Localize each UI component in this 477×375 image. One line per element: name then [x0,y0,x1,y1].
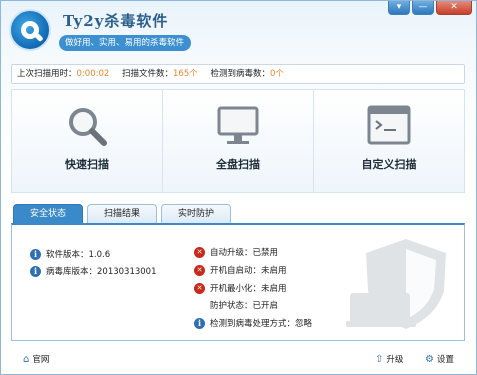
error-icon: ✕ [194,264,205,276]
shield-watermark-icon [346,239,446,329]
info-icon: i [30,248,41,260]
custom-scan-button[interactable]: 自定义扫描 [314,90,464,192]
virus-action-row: i 检测到病毒处理方式：忽略 [194,316,312,330]
homepage-label: 官网 [32,355,50,365]
full-scan-label: 全盘扫描 [216,158,260,171]
protection-status-text: 防护状态：已开启 [210,301,279,311]
home-icon: ⌂ [23,353,30,365]
software-version-row: i 软件版本：1.0.6 [30,247,110,261]
tab-security-status[interactable]: 安全状态 [13,204,83,224]
custom-scan-label: 自定义扫描 [361,158,417,171]
info-icon: i [30,265,41,277]
virus-db-version-text: 病毒库版本：20130313001 [46,267,157,277]
full-scan-button[interactable]: 全盘扫描 [163,90,314,192]
scan-time-value: 0:00:02 [76,69,110,79]
settings-link[interactable]: ⚙ 设置 [425,353,454,366]
software-version-text: 软件版本：1.0.6 [46,250,111,260]
files-scanned-label: 扫描文件数： [122,69,174,79]
start-minimized-text: 开机最小化：未启用 [210,284,287,294]
terminal-icon [367,105,411,145]
scan-info-bar: 上次扫描用时：0:00:02 扫描文件数：165个 检测到病毒数：0个 [11,64,465,84]
quick-scan-label: 快速扫描 [65,158,109,171]
error-icon: ✕ [194,282,205,294]
minimize-button[interactable]: — [412,1,434,15]
quick-scan-button[interactable]: 快速扫描 [12,90,163,192]
virus-count-value: 0个 [269,69,284,79]
settings-label: 设置 [436,355,454,365]
scan-time-label: 上次扫描用时： [17,69,77,79]
virus-action-text: 检测到病毒处理方式：忽略 [210,319,313,329]
footer-bar: ⌂ 官网 ⇧ 升级 ⚙ 设置 [1,344,476,374]
tab-scan-results[interactable]: 扫描结果 [87,204,157,224]
main-window: Ty2y杀毒软件 做好用、实用、易用的杀毒软件 ▾ — ✕ 上次扫描用时：0:0… [0,0,477,375]
error-icon: ✕ [194,246,205,258]
close-button[interactable]: ✕ [436,1,472,15]
app-slogan: 做好用、实用、易用的杀毒软件 [59,35,191,51]
upgrade-link[interactable]: ⇧ 升级 [375,353,404,366]
window-controls: ▾ — ✕ [388,1,472,15]
auto-update-row: ✕ 自动升级：已禁用 [194,245,278,259]
protection-status-row: 防护状态：已开启 [194,298,278,312]
startup-text: 开机自启动：未启用 [210,266,287,276]
start-minimized-row: ✕ 开机最小化：未启用 [194,281,287,295]
auto-update-text: 自动升级：已禁用 [210,248,279,258]
upgrade-arrow-icon: ⇧ [375,353,384,365]
app-title: Ty2y杀毒软件 [63,12,169,30]
status-panel: i 软件版本：1.0.6 i 病毒库版本：20130313001 ✕ 自动升级：… [11,223,465,341]
magnifier-icon [69,108,107,146]
menu-button[interactable]: ▾ [388,1,410,15]
homepage-link[interactable]: ⌂ 官网 [23,353,50,366]
upgrade-label: 升级 [386,355,404,365]
virus-count-label: 检测到病毒数： [210,69,270,79]
info-icon: i [194,317,205,329]
monitor-icon [217,106,259,144]
gear-icon: ⚙ [425,353,434,365]
tab-realtime-protection[interactable]: 实时防护 [161,204,231,224]
scan-button-bar: 快速扫描 全盘扫描 自定义扫描 [11,89,465,193]
files-scanned-value: 165个 [173,69,198,79]
status-tabs: 安全状态 扫描结果 实时防护 [13,204,231,224]
virus-db-version-row: i 病毒库版本：20130313001 [30,264,157,278]
app-logo-icon [9,9,51,51]
startup-row: ✕ 开机自启动：未启用 [194,263,287,277]
